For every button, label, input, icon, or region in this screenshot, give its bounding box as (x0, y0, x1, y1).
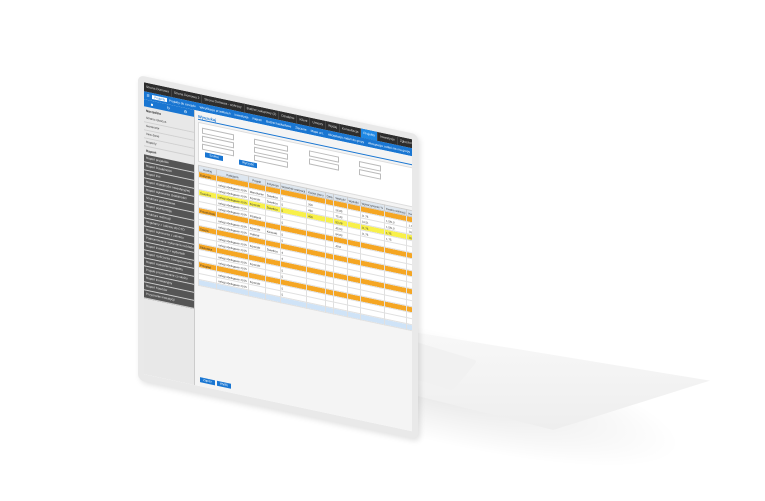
table-cell (325, 306, 334, 315)
sidebar-report-list: Raport projektów Raport Działalności Rapor… (144, 154, 194, 309)
app-screen: Strona Domowa Strona Domowa 2 Strona Domow… (144, 82, 412, 432)
trash-icon[interactable]: ■ (151, 102, 153, 108)
table-cell (406, 323, 412, 335)
sidebar: ■ ↻ ⚙ Narzędzia Strona robocza Generator I… (144, 99, 195, 386)
settings-icon[interactable]: ⚙ (184, 109, 188, 115)
laptop-lid: Strona Domowa Strona Domowa 2 Strona Domow… (138, 75, 418, 440)
refresh-icon[interactable]: ↻ (167, 105, 170, 111)
laptop-mockup: Strona Domowa Strona Domowa 2 Strona Domow… (0, 0, 765, 501)
